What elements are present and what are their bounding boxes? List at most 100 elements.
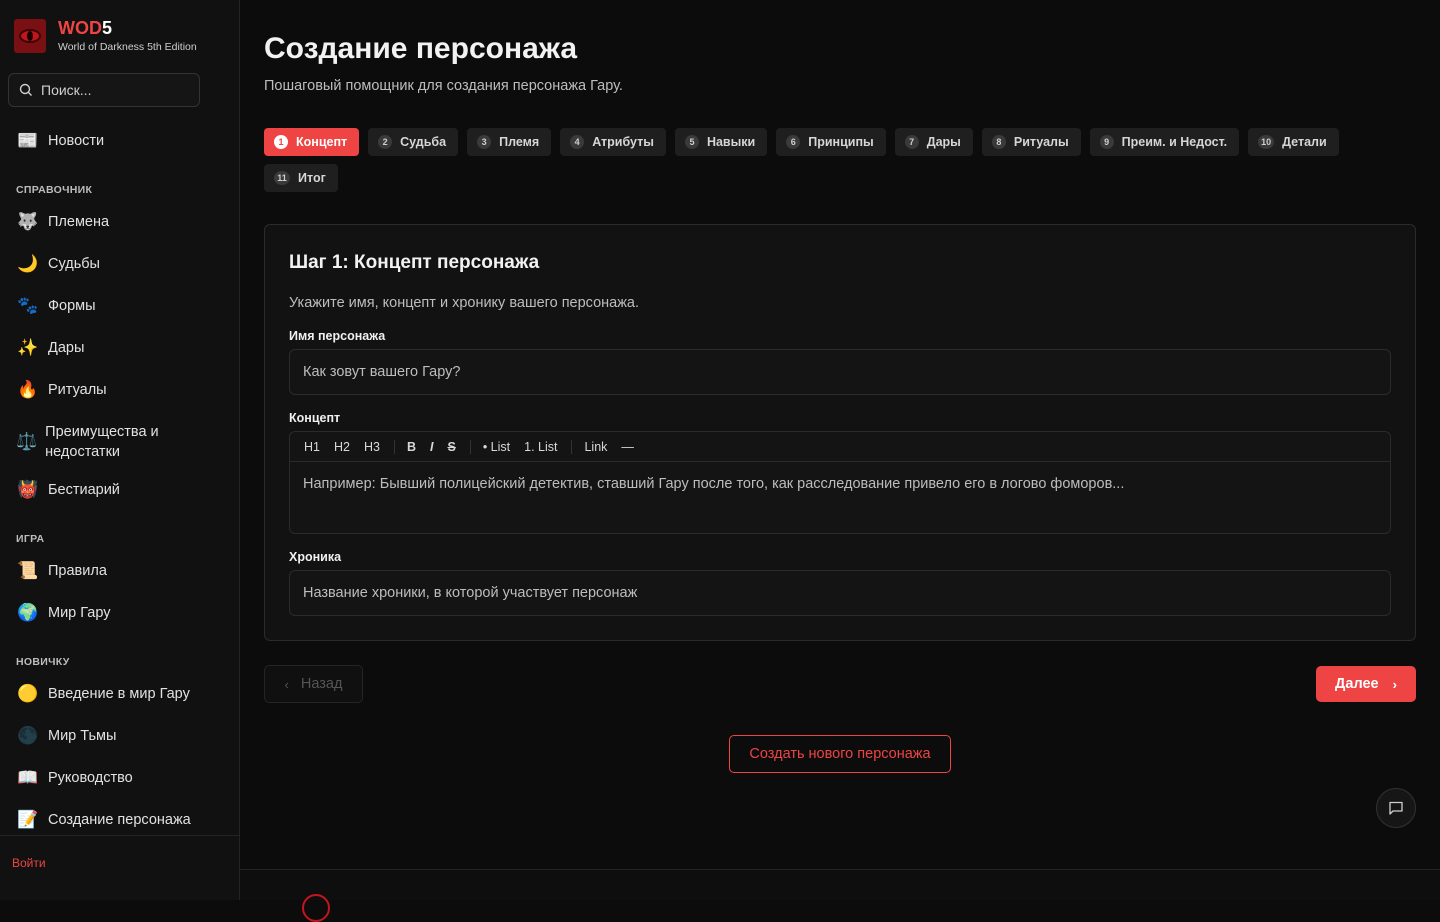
back-button[interactable]: ‹ Назад (264, 665, 363, 703)
italic-button[interactable]: I (430, 440, 433, 454)
sidebar-item-merits-flaws[interactable]: ⚖️ Преимущества и недостатки (16, 422, 186, 462)
sidebar-item-label: Руководство (48, 770, 133, 786)
search-box[interactable] (8, 73, 200, 107)
footer-logo-icon (302, 894, 330, 922)
sidebar-item-label: Правила (48, 563, 107, 579)
sidebar-item-label: Преимущества и недостатки (45, 424, 159, 460)
search-input[interactable] (41, 82, 191, 98)
brand-title: WOD5 (58, 18, 113, 38)
sidebar-section-heading: СПРАВОЧНИК (16, 184, 93, 196)
toolbar-divider (571, 439, 573, 454)
yellow-circle-icon: 🟡 (17, 684, 39, 703)
fire-icon: 🔥 (17, 380, 39, 399)
sidebar-section-heading: ИГРА (16, 533, 45, 545)
wizard-steps: 1 Концепт 2 Судьба 3 Племя 4 Атрибуты 5 Навык… (264, 128, 1384, 192)
sidebar-item-forms[interactable]: 🐾 Формы (16, 296, 96, 316)
bold-button[interactable]: B (407, 440, 416, 454)
moon-icon: 🌙 (17, 254, 39, 273)
sidebar-item-label: Дары (48, 340, 85, 356)
concept-textarea[interactable]: Например: Бывший полицейский детектив, с… (290, 462, 1390, 506)
card-description: Укажите имя, концепт и хронику вашего пе… (289, 295, 640, 311)
brand-subtitle: World of Darkness 5th Edition (58, 41, 197, 53)
chronicle-input[interactable] (303, 585, 1390, 601)
name-input[interactable] (303, 364, 1390, 380)
create-new-character-button[interactable]: Создать нового персонажа (729, 735, 951, 773)
sidebar-item-label: Племена (48, 214, 110, 230)
sidebar-item-garou-world[interactable]: 🌍 Мир Гару (16, 603, 110, 623)
sidebar-item-news[interactable]: 📰 Новости (16, 131, 104, 151)
strikethrough-button[interactable]: S (447, 440, 455, 454)
card-title: Шаг 1: Концепт персонажа (289, 252, 540, 273)
step-tab-tribe[interactable]: 3 Племя (467, 128, 552, 156)
chevron-left-icon: ‹ (284, 676, 289, 692)
concept-label: Концепт (289, 411, 341, 425)
name-label: Имя персонажа (289, 329, 386, 343)
chronicle-field[interactable] (289, 570, 1391, 616)
h1-button[interactable]: H1 (304, 440, 320, 454)
h3-button[interactable]: H3 (364, 440, 380, 454)
page-title: Создание персонажа (264, 32, 578, 65)
concept-editor: H1 H2 H3 B I S • List 1. List Link — Нап… (289, 431, 1391, 534)
login-link[interactable]: Войти (12, 856, 46, 870)
scales-icon: ⚖️ (16, 432, 38, 451)
sidebar-item-label: Бестиарий (48, 482, 120, 498)
step-tab-merits-flaws[interactable]: 9 Преим. и Недост. (1089, 128, 1240, 156)
step-card: Шаг 1: Концепт персонажа Укажите имя, ко… (264, 224, 1416, 641)
newspaper-icon: 📰 (17, 131, 39, 150)
step-tab-auspice[interactable]: 2 Судьба (368, 128, 459, 156)
sidebar-item-gifts[interactable]: ✨ Дары (16, 338, 84, 358)
toolbar-divider (469, 439, 471, 454)
sidebar-item-label: Создание персонажа (48, 812, 191, 828)
new-moon-icon: 🌑 (17, 726, 39, 745)
sidebar-item-guide[interactable]: 📖 Руководство (16, 768, 133, 788)
paw-prints-icon: 🐾 (17, 296, 39, 315)
link-button[interactable]: Link (584, 440, 607, 454)
step-tab-attributes[interactable]: 4 Атрибуты (560, 128, 666, 156)
chat-button[interactable] (1376, 788, 1416, 828)
sidebar-item-auspices[interactable]: 🌙 Судьбы (16, 254, 100, 274)
step-tab-rituals[interactable]: 8 Ритуалы (981, 128, 1081, 156)
sidebar-item-label: Ритуалы (48, 382, 107, 398)
page-subtitle: Пошаговый помощник для создания персонаж… (264, 78, 623, 94)
monster-icon: 👹 (17, 480, 39, 499)
sidebar-item-character-creation[interactable]: 📝 Создание персонажа (16, 810, 191, 830)
sidebar-section-heading: НОВИЧКУ (16, 656, 70, 668)
sidebar-item-rituals[interactable]: 🔥 Ритуалы (16, 380, 107, 400)
brand[interactable]: WOD5 World of Darkness 5th Edition (14, 18, 197, 53)
page-footer (240, 869, 1440, 922)
sidebar-item-label: Мир Тьмы (48, 728, 117, 744)
next-button[interactable]: Далее › (1316, 666, 1416, 702)
sidebar: WOD5 World of Darkness 5th Edition 📰 Нов… (0, 0, 240, 900)
step-tab-skills[interactable]: 5 Навыки (674, 128, 768, 156)
step-tab-details[interactable]: 10 Детали (1248, 128, 1339, 156)
toolbar-divider (393, 439, 395, 454)
sparkles-icon: ✨ (17, 338, 39, 357)
step-tab-principles[interactable]: 6 Принципы (776, 128, 886, 156)
wolf-icon: 🐺 (17, 212, 39, 231)
wod-eye-logo-icon (14, 18, 46, 53)
sidebar-item-label: Судьбы (48, 256, 100, 272)
sidebar-item-bestiary[interactable]: 👹 Бестиарий (16, 480, 120, 500)
step-tab-gifts[interactable]: 7 Дары (894, 128, 973, 156)
bullet-list-button[interactable]: • List (483, 440, 510, 454)
ordered-list-button[interactable]: 1. List (524, 440, 557, 454)
sidebar-item-tribes[interactable]: 🐺 Племена (16, 212, 109, 232)
chevron-right-icon: › (1392, 676, 1397, 692)
open-book-icon: 📖 (17, 768, 39, 787)
step-tab-concept[interactable]: 1 Концепт (264, 128, 360, 156)
editor-toolbar: H1 H2 H3 B I S • List 1. List Link — (290, 432, 1390, 462)
scroll-icon: 📜 (17, 561, 39, 580)
sidebar-item-rules[interactable]: 📜 Правила (16, 561, 107, 581)
name-field[interactable] (289, 349, 1391, 395)
chat-bubble-icon (1389, 801, 1403, 815)
chronicle-label: Хроника (289, 550, 342, 564)
main-content: Создание персонажа Пошаговый помощник дл… (240, 0, 1440, 922)
h2-button[interactable]: H2 (334, 440, 350, 454)
sidebar-item-label: Формы (48, 298, 96, 314)
horizontal-rule-button[interactable]: — (621, 440, 634, 454)
sidebar-item-intro[interactable]: 🟡 Введение в мир Гару (16, 684, 189, 704)
sidebar-item-label: Новости (48, 133, 105, 149)
memo-icon: 📝 (17, 810, 39, 829)
sidebar-item-world-of-darkness[interactable]: 🌑 Мир Тьмы (16, 726, 116, 746)
step-tab-summary[interactable]: 11 Итог (264, 164, 338, 192)
